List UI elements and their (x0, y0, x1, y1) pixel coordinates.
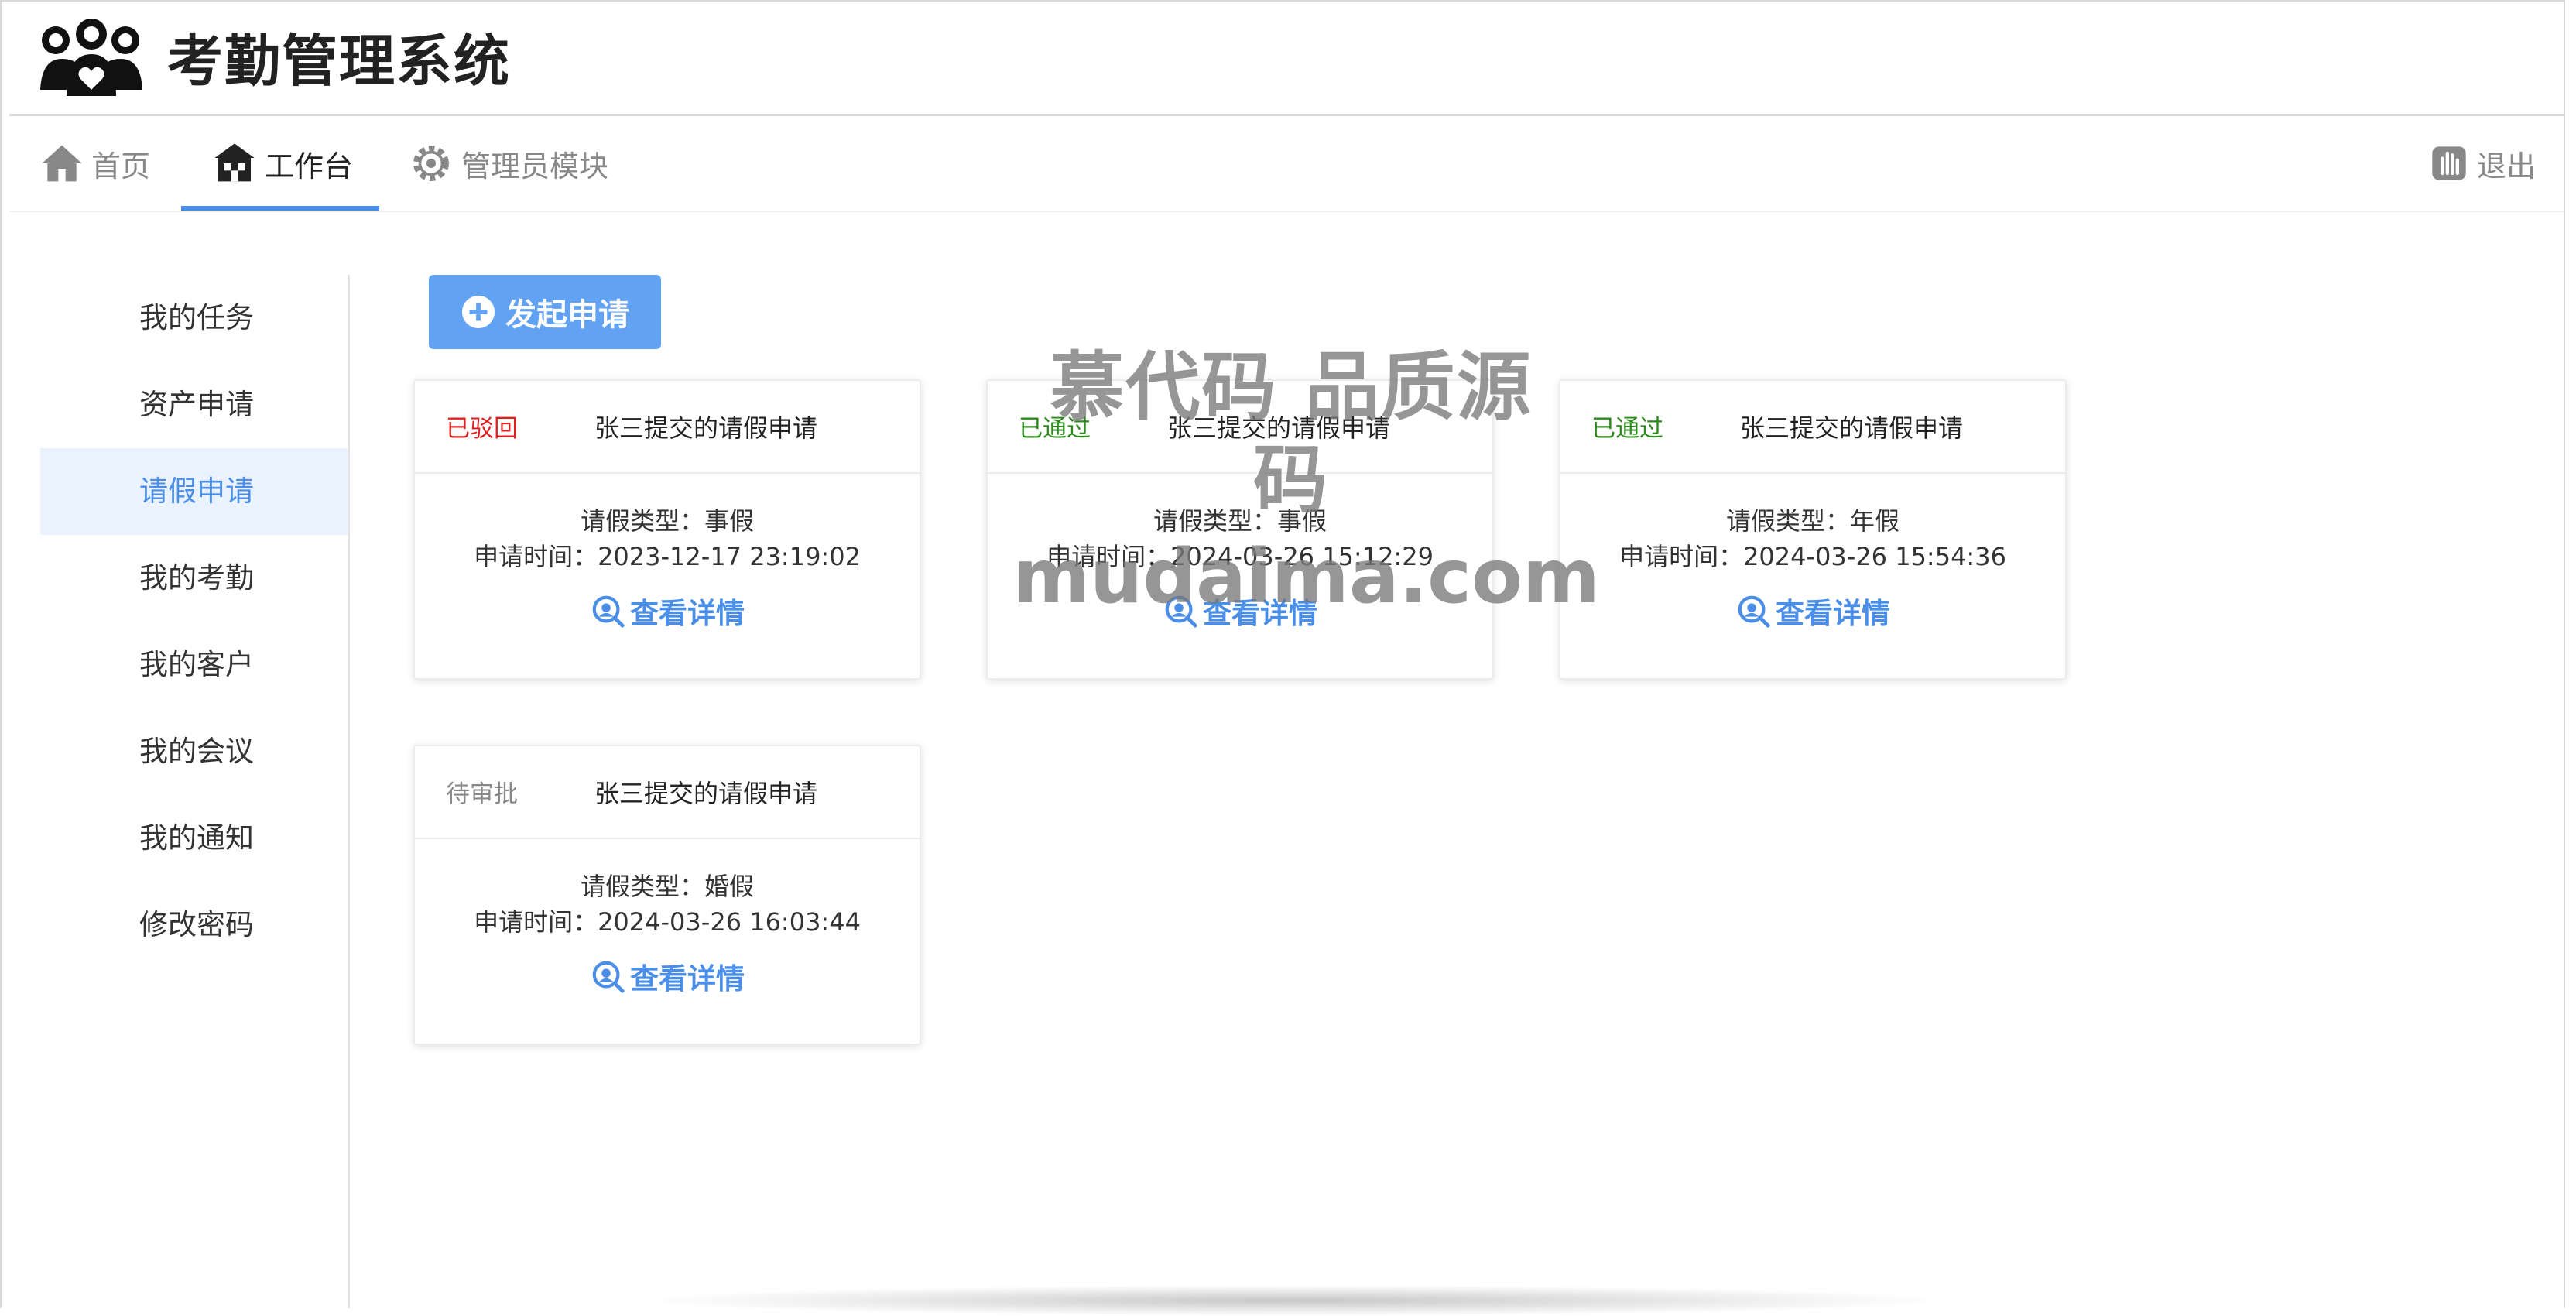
card-header: 待审批 张三提交的请假申请 (415, 746, 920, 839)
card-header: 已通过 张三提交的请假申请 (988, 381, 1492, 474)
app-title: 考勤管理系统 (167, 29, 512, 94)
leave-type: 请假类型：婚假 (580, 872, 754, 901)
sidebar: 我的任务 资产申请 请假申请 我的考勤 我的客户 我的会议 我的通知 修改密码 (40, 275, 350, 1308)
search-icon (592, 961, 625, 993)
status-badge: 已驳回 (446, 415, 518, 443)
sidebar-item-change-password[interactable]: 修改密码 (40, 882, 348, 968)
card-header: 已驳回 张三提交的请假申请 (415, 381, 920, 474)
apply-time: 申请时间：2024-03-26 15:54:36 (1619, 542, 2006, 571)
search-icon (1738, 595, 1770, 628)
view-details-link[interactable]: 查看详情 (590, 590, 745, 632)
view-details-label: 查看详情 (1776, 597, 1890, 630)
nav-active-underline (181, 206, 379, 211)
card-title: 张三提交的请假申请 (594, 413, 818, 443)
nav-admin-label: 管理员模块 (461, 149, 609, 183)
nav-admin[interactable]: 管理员模块 (409, 116, 608, 211)
status-badge: 已通过 (1019, 415, 1091, 443)
sidebar-item-my-meetings[interactable]: 我的会议 (40, 708, 348, 795)
sidebar-item-my-attendance[interactable]: 我的考勤 (40, 535, 348, 622)
card-body: 请假类型：事假 申请时间：2024-03-26 15:12:29 查看详情 (988, 474, 1492, 632)
gear-icon (413, 146, 449, 181)
leave-card: 已通过 张三提交的请假申请 请假类型：年假 申请时间：2024-03-26 15… (1559, 379, 2067, 680)
search-icon (592, 595, 625, 628)
leave-type: 请假类型：事假 (580, 506, 754, 536)
card-title: 张三提交的请假申请 (1740, 413, 1964, 443)
status-badge: 待审批 (446, 780, 518, 808)
bottom-shadow (635, 1285, 1951, 1316)
card-body: 请假类型：年假 申请时间：2024-03-26 15:54:36 查看详情 (1560, 474, 2065, 632)
nav-home-label: 首页 (91, 149, 151, 183)
card-title: 张三提交的请假申请 (1167, 413, 1391, 443)
status-badge: 已通过 (1591, 415, 1663, 443)
logout-icon (2432, 146, 2466, 180)
leave-type: 请假类型：事假 (1153, 506, 1327, 536)
card-body: 请假类型：婚假 申请时间：2024-03-26 16:03:44 查看详情 (415, 839, 920, 997)
nav-home[interactable]: 首页 (40, 116, 150, 211)
card-body: 请假类型：事假 申请时间：2023-12-17 23:19:02 查看详情 (415, 474, 920, 632)
app-header: 考勤管理系统 (9, 0, 2564, 116)
top-nav: 首页 工作台 管理员模块 退出 (9, 116, 2564, 212)
apply-time: 申请时间：2023-12-17 23:19:02 (474, 542, 861, 571)
logo-icon (40, 19, 142, 96)
view-details-link[interactable]: 查看详情 (1735, 590, 1890, 632)
sidebar-item-asset-apply[interactable]: 资产申请 (40, 362, 348, 448)
workbench-icon (214, 143, 255, 182)
view-details-label: 查看详情 (1203, 597, 1317, 630)
add-circle-icon (461, 295, 495, 329)
card-header: 已通过 张三提交的请假申请 (1560, 381, 2065, 474)
leave-card: 待审批 张三提交的请假申请 请假类型：婚假 申请时间：2024-03-26 16… (413, 745, 921, 1045)
view-details-link[interactable]: 查看详情 (1163, 590, 1317, 632)
nav-workbench-label: 工作台 (265, 149, 354, 183)
apply-button[interactable]: 发起申请 (429, 275, 661, 349)
sidebar-item-my-customers[interactable]: 我的客户 (40, 622, 348, 708)
sidebar-item-my-notices[interactable]: 我的通知 (40, 795, 348, 882)
leave-type: 请假类型：年假 (1725, 506, 1899, 536)
card-title: 张三提交的请假申请 (594, 779, 818, 808)
view-details-label: 查看详情 (630, 597, 745, 630)
home-icon (42, 145, 82, 182)
view-details-link[interactable]: 查看详情 (590, 955, 745, 997)
view-details-label: 查看详情 (630, 962, 745, 996)
sidebar-item-my-tasks[interactable]: 我的任务 (40, 275, 348, 362)
search-icon (1165, 595, 1197, 628)
apply-time: 申请时间：2024-03-26 15:12:29 (1046, 542, 1434, 571)
sidebar-item-leave-apply[interactable]: 请假申请 (40, 448, 348, 535)
apply-button-label: 发起申请 (505, 297, 629, 333)
logout-button[interactable]: 退出 (2429, 116, 2536, 211)
leave-card: 已驳回 张三提交的请假申请 请假类型：事假 申请时间：2023-12-17 23… (413, 379, 921, 680)
apply-time: 申请时间：2024-03-26 16:03:44 (474, 907, 861, 937)
nav-workbench[interactable]: 工作台 (212, 116, 353, 211)
logout-label: 退出 (2477, 149, 2537, 183)
leave-card: 已通过 张三提交的请假申请 请假类型：事假 申请时间：2024-03-26 15… (986, 379, 1494, 680)
